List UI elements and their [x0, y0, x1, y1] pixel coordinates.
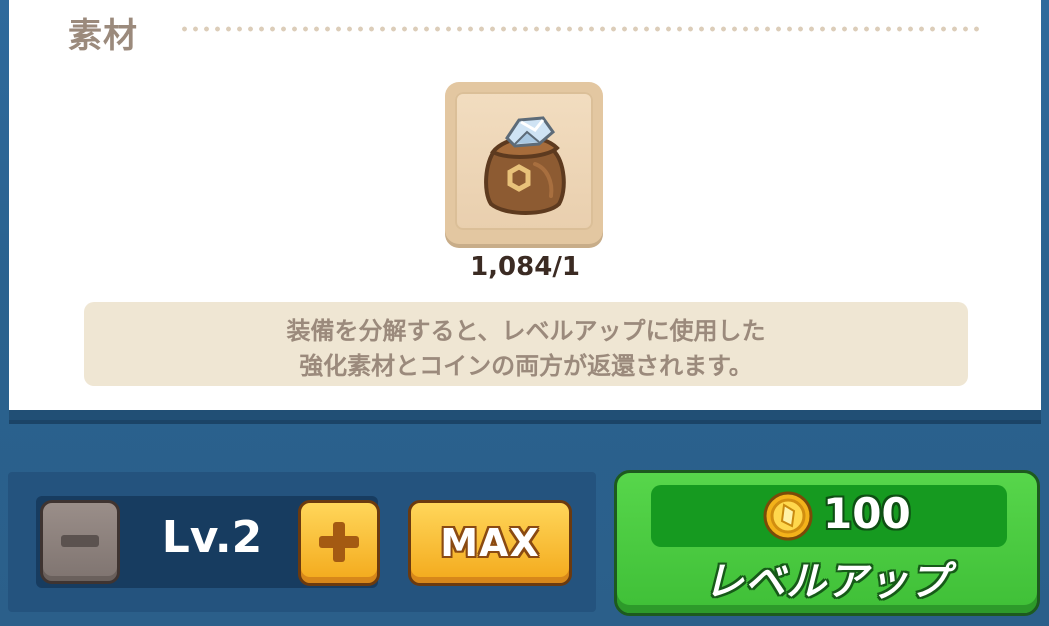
increase-level-button[interactable] — [298, 500, 380, 586]
level-up-button[interactable]: 100 レベルアップ — [614, 470, 1040, 616]
coin-icon — [763, 491, 813, 541]
material-item-slot[interactable] — [445, 82, 603, 244]
section-divider — [179, 26, 984, 32]
max-level-button[interactable]: MAX — [408, 500, 572, 586]
info-box: 装備を分解すると、レベルアップに使用した 強化素材とコインの両方が返還されます。 — [84, 302, 968, 386]
decrease-level-button[interactable] — [40, 500, 120, 584]
max-button-label: MAX — [440, 521, 540, 565]
section-title: 素材 — [68, 16, 138, 56]
level-label: Lv.2 — [161, 512, 263, 563]
material-bag-icon — [484, 116, 566, 215]
material-count: 1,084/1 — [470, 252, 580, 282]
info-text-line-2: 強化素材とコインの両方が返還されます。 — [299, 352, 753, 380]
info-text-line-1: 装備を分解すると、レベルアップに使用した — [286, 317, 766, 345]
materials-panel: 素材 1,084/1 装備を分解すると、レベルアップに使用した 強化素材とコイン… — [9, 0, 1041, 420]
minus-icon — [61, 535, 99, 547]
cost-display: 100 — [651, 485, 1007, 547]
cost-value: 100 — [823, 489, 911, 538]
level-up-label: レベルアップ — [704, 559, 950, 605]
plus-icon-vertical — [333, 522, 345, 562]
